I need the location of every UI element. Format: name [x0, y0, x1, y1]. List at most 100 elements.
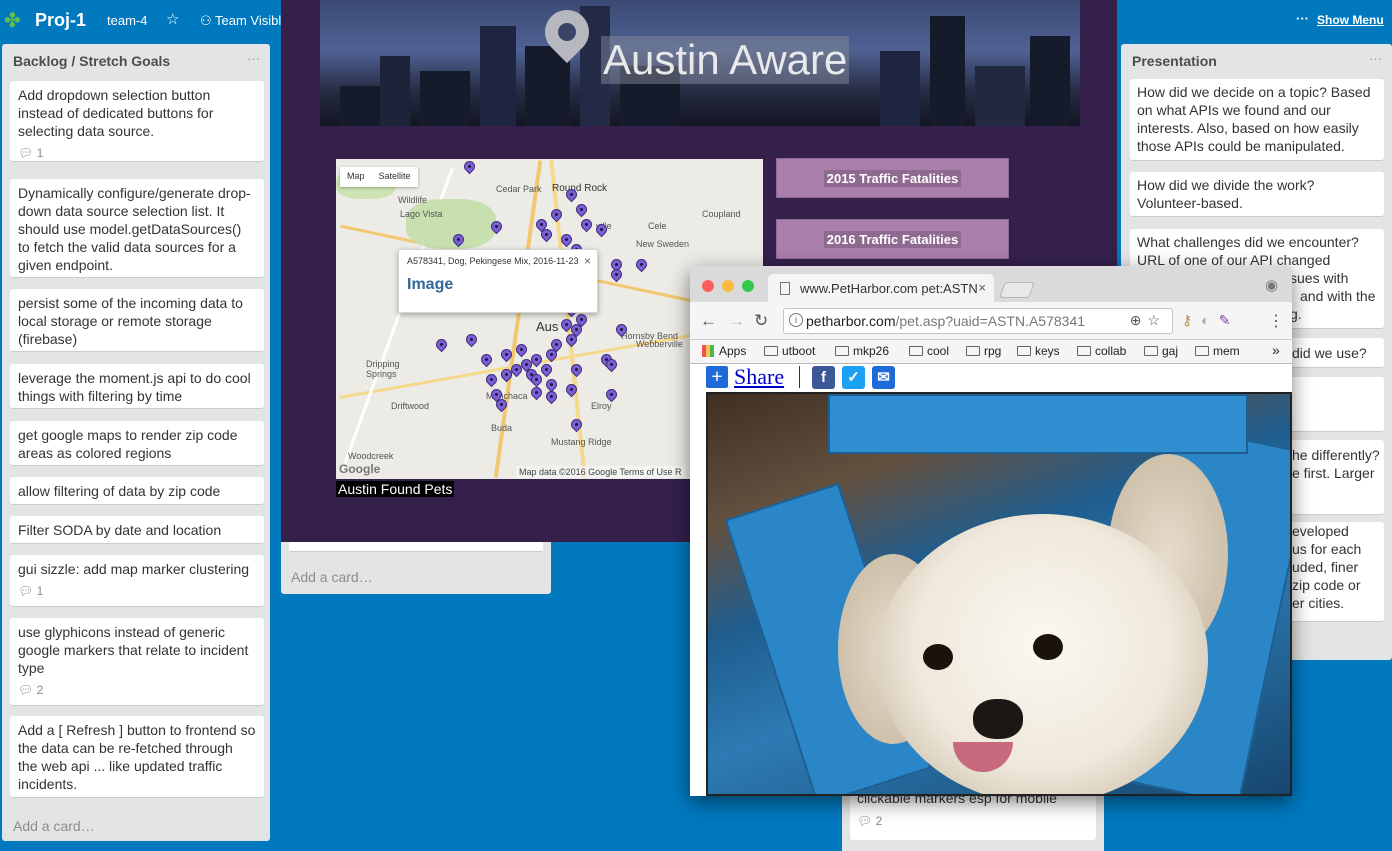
map-marker-icon[interactable] [478, 351, 495, 368]
card-title: Add a [ Refresh ] button to frontend so … [18, 722, 256, 792]
facebook-icon[interactable]: f [812, 366, 835, 389]
share-plus-icon[interactable]: + [706, 366, 728, 388]
share-link[interactable]: Share [734, 364, 784, 390]
folder-icon [1077, 346, 1091, 356]
bookmark-apps[interactable]: Apps [702, 344, 746, 358]
trello-clover-icon[interactable]: ✤ [4, 8, 21, 33]
bookmark-folder[interactable]: mem [1195, 344, 1240, 358]
team-name[interactable]: team-4 [107, 13, 147, 28]
card[interactable]: Add dropdown selection button instead of… [10, 81, 264, 162]
pet-photo-pekingese-dog [706, 392, 1292, 796]
map-marker-icon[interactable] [538, 361, 555, 378]
browser-tab[interactable]: www.PetHarbor.com pet:ASTN × [768, 274, 994, 302]
site-info-icon[interactable]: i [789, 313, 803, 327]
minimize-window-button[interactable] [722, 280, 734, 292]
comment-badge: 💬︎ 2 [18, 683, 44, 697]
bookmark-folder[interactable]: utboot [764, 344, 815, 358]
map-marker-icon[interactable] [463, 331, 480, 348]
card[interactable]: Add a [ Refresh ] button to frontend so … [10, 716, 264, 798]
map-marker-icon[interactable] [528, 384, 545, 401]
map-type-map[interactable]: Map [340, 167, 372, 187]
close-tab-icon[interactable]: × [978, 280, 986, 295]
place-label: Buda [491, 423, 513, 433]
bookmark-folder[interactable]: collab [1077, 344, 1126, 358]
map-attribution[interactable]: Map data ©2016 Google Terms of Use R [516, 466, 685, 478]
comment-badge: 💬︎ 1 [18, 584, 44, 598]
browser-menu-icon[interactable]: ⋮ [1268, 311, 1284, 331]
map-type-control: Map Satellite [340, 167, 418, 187]
card[interactable]: How did we decide on a topic? Based on w… [1130, 79, 1384, 161]
card-title-fragment: zip code or [1292, 577, 1361, 593]
bookmark-folder[interactable]: gaj [1144, 344, 1178, 358]
zoom-window-button[interactable] [742, 280, 754, 292]
comment-badge: 💬︎ 2 [857, 814, 883, 828]
map-marker-icon[interactable] [608, 266, 625, 283]
card[interactable]: get google maps to render zip code areas… [10, 421, 264, 466]
bookmark-folder[interactable]: mkp26 [835, 344, 889, 358]
bookmark-folder[interactable]: cool [909, 344, 949, 358]
team-icon: ⚇ [200, 13, 216, 28]
card[interactable]: Filter SODA by date and location [10, 516, 264, 544]
list-menu-icon[interactable]: ··· [247, 51, 260, 66]
email-icon[interactable]: ✉ [872, 366, 895, 389]
list-title[interactable]: Backlog / Stretch Goals [13, 53, 170, 69]
map-marker-icon[interactable] [483, 371, 500, 388]
reload-icon[interactable]: ↻ [754, 311, 768, 331]
bookmark-folder[interactable]: rpg [966, 344, 1001, 358]
add-card-link[interactable]: Add a card… [291, 569, 373, 585]
map-marker-icon[interactable] [433, 336, 450, 353]
extension-key-icon[interactable]: ⚷ [1182, 312, 1201, 328]
map-marker-icon[interactable] [573, 201, 590, 218]
list-title[interactable]: Presentation [1132, 53, 1217, 69]
star-icon[interactable]: ☆ [166, 10, 179, 28]
traffic-2015-button[interactable]: 2015 Traffic Fatalities [776, 158, 1009, 198]
place-label: Cedar Park [496, 184, 542, 194]
card-title-fragment: sues with [1290, 270, 1349, 286]
traffic-2016-button[interactable]: 2016 Traffic Fatalities [776, 219, 1009, 259]
card-title-fragment: uded, finer [1292, 559, 1359, 575]
map-marker-icon[interactable] [548, 206, 565, 223]
card-title: get google maps to render zip code areas… [18, 427, 238, 461]
map-marker-icon[interactable] [603, 386, 620, 403]
map-marker-icon[interactable] [568, 416, 585, 433]
place-label: Coupland [702, 209, 741, 219]
extension-dropper-icon[interactable]: ✎ [1219, 312, 1240, 328]
card[interactable]: allow filtering of data by zip code [10, 477, 264, 505]
extension-icon[interactable]: ◐ [1201, 312, 1218, 328]
close-icon[interactable]: × [584, 254, 591, 268]
bookmark-folder[interactable]: keys [1017, 344, 1060, 358]
show-menu-link[interactable]: Show Menu [1317, 13, 1384, 27]
new-tab-button[interactable] [999, 282, 1035, 298]
close-window-button[interactable] [702, 280, 714, 292]
card[interactable]: use glyphicons instead of generic google… [10, 618, 264, 706]
card[interactable]: gui sizzle: add map marker clustering 💬︎… [10, 555, 264, 607]
twitter-icon[interactable]: ✓ [842, 366, 865, 389]
zoom-icon[interactable]: ⊕ [1130, 312, 1148, 328]
card[interactable]: Dynamically configure/generate drop-down… [10, 179, 264, 278]
back-icon[interactable]: ← [700, 311, 717, 331]
more-dots-icon[interactable]: ··· [1296, 11, 1309, 26]
map-marker-icon[interactable] [578, 216, 595, 233]
browser-window: www.PetHarbor.com pet:ASTN × ◉ ← → ↻ i p… [690, 266, 1292, 796]
board-name[interactable]: Proj-1 [35, 10, 86, 31]
card-title-fragment: eveloped [1292, 523, 1349, 539]
card-title: What challenges did we encounter? URL of… [1137, 234, 1359, 268]
card[interactable]: leverage the moment.js api to do cool th… [10, 364, 264, 409]
card[interactable]: persist some of the incoming data to loc… [10, 289, 264, 352]
add-card-link[interactable]: Add a card… [13, 818, 95, 834]
bookmarks-overflow-icon[interactable]: » [1272, 342, 1280, 358]
card[interactable]: How did we divide the work? Volunteer-ba… [1130, 172, 1384, 217]
visibility-button[interactable]: ⚇ Team Visibl [200, 13, 281, 29]
map-marker-icon[interactable] [633, 256, 650, 273]
map-type-satellite[interactable]: Satellite [372, 167, 418, 187]
map-marker-icon[interactable] [461, 159, 478, 175]
address-bar[interactable]: i petharbor.com/pet.asp?uaid=ASTN.A57834… [783, 308, 1173, 334]
map-marker-icon[interactable] [543, 388, 560, 405]
place-label: Mustang Ridge [551, 437, 612, 447]
image-link[interactable]: Image [407, 276, 589, 294]
user-profile-icon[interactable]: ◉ [1265, 276, 1278, 294]
card[interactable]: clickable markers esp for mobile 💬︎ 2 [850, 790, 1096, 840]
bookmark-star-icon[interactable]: ☆ [1147, 312, 1166, 328]
forward-icon[interactable]: → [728, 311, 745, 331]
list-menu-icon[interactable]: ··· [1369, 51, 1382, 66]
